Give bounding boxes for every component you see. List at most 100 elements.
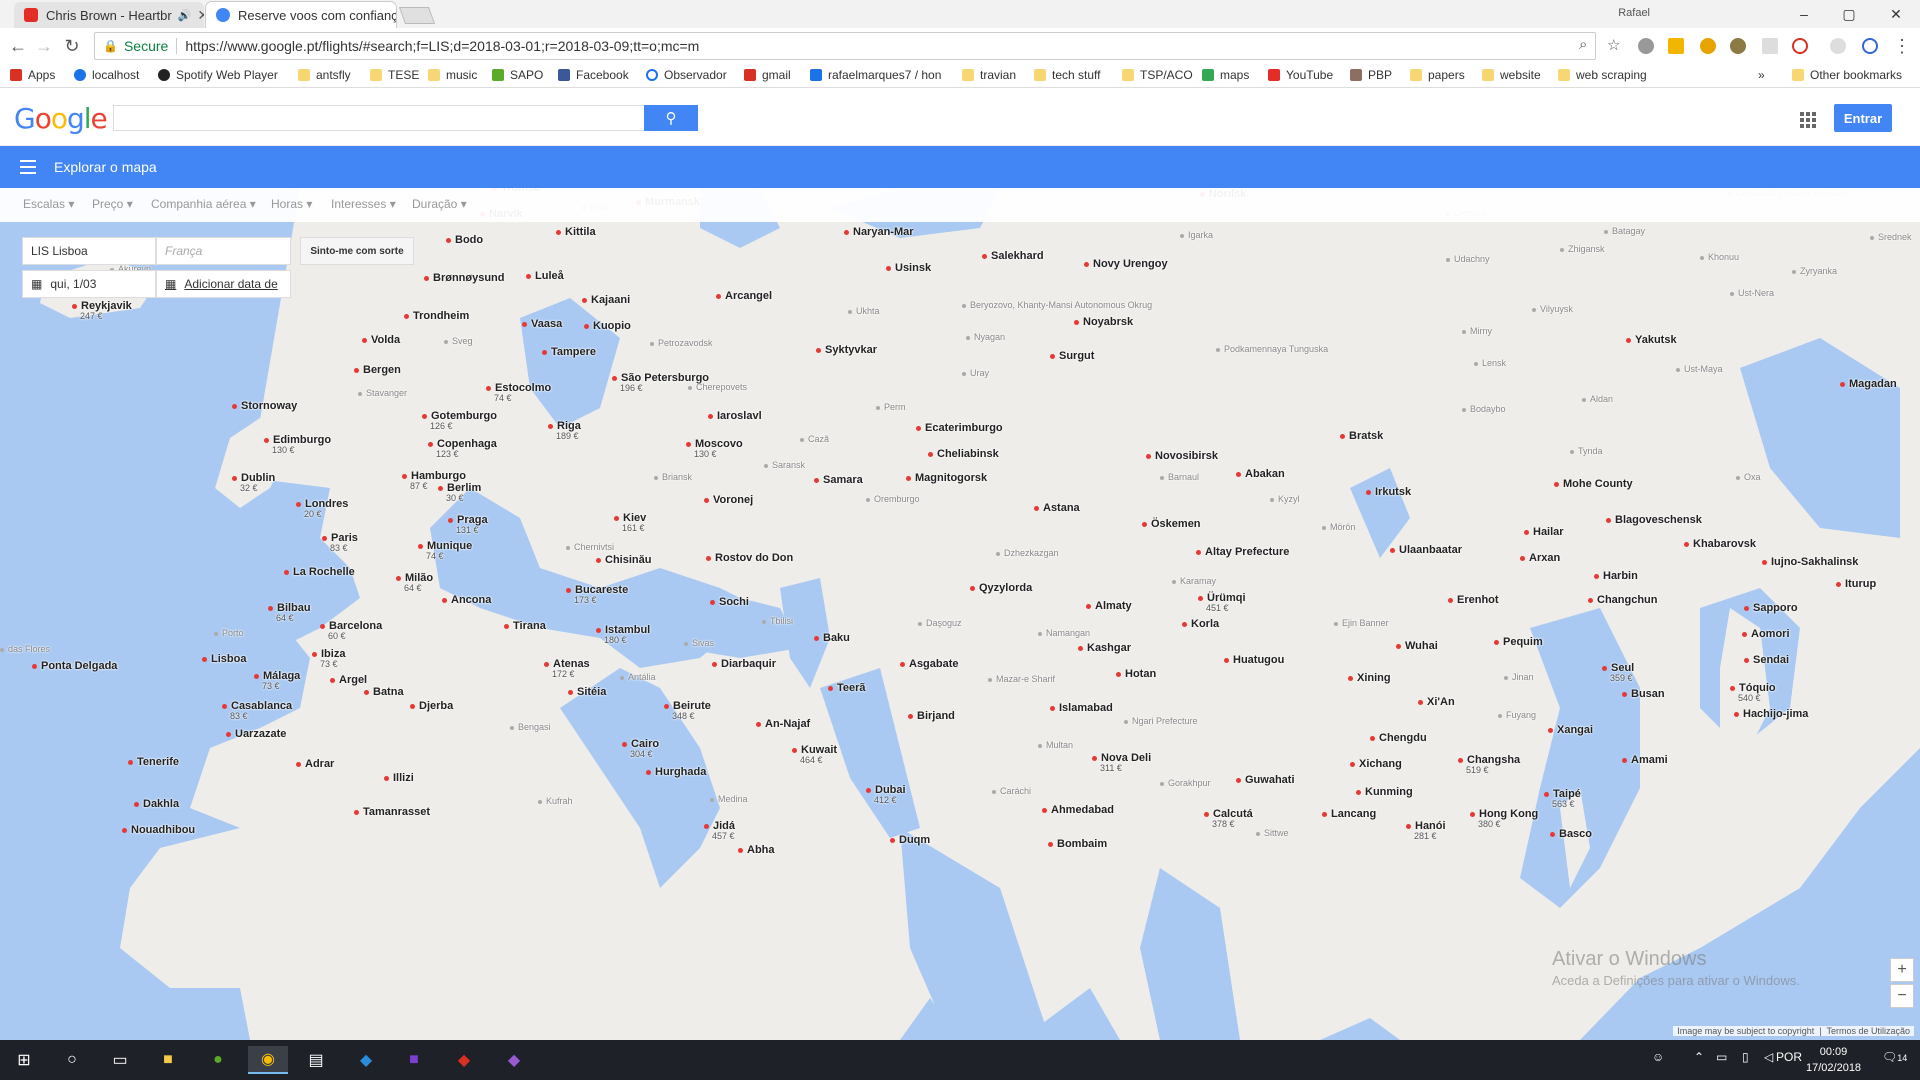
bookmarks-overflow-button[interactable]: » [1758,68,1765,82]
airport-marker[interactable] [566,545,570,550]
city-marker[interactable] [1762,559,1767,565]
airport-marker[interactable] [1172,579,1176,584]
terminal-icon[interactable]: ▤ [296,1046,336,1074]
city-label[interactable]: Moscovo 130 € [686,438,743,459]
notifications-icon[interactable]: 🗨14 [1882,1050,1907,1064]
city-label[interactable]: Xining [1348,672,1391,684]
city-marker[interactable] [756,721,761,727]
airport-marker[interactable] [1462,407,1466,412]
city-marker[interactable] [410,703,415,709]
city-marker[interactable] [1734,711,1739,717]
city-label[interactable]: Reykjavik 247 € [72,300,132,321]
city-marker[interactable] [1626,337,1631,343]
minor-airport-label[interactable]: Porto [214,628,244,638]
city-label[interactable]: Lisboa [202,653,246,665]
city-marker[interactable] [1418,699,1423,705]
airport-marker[interactable] [764,463,768,468]
city-marker[interactable] [1340,433,1345,439]
tab-youtube[interactable]: Chris Brown - Heartbr 🔊 ✕ [14,2,204,28]
bookmark-github[interactable]: rafaelmarques7 / hon [810,68,941,82]
city-marker[interactable] [354,809,359,815]
airport-marker[interactable] [710,797,714,802]
city-marker[interactable] [504,623,509,629]
minor-airport-label[interactable]: Khonuu [1700,252,1739,262]
bookmark-localhost[interactable]: localhost [74,68,139,82]
city-marker[interactable] [362,337,367,343]
bookmark-website[interactable]: website [1482,68,1541,82]
city-label[interactable]: Usinsk [886,262,931,274]
city-label[interactable]: Tóquio 540 € [1730,682,1776,703]
departure-date-field[interactable]: ▦ qui, 1/03 [22,270,156,298]
zoom-icon[interactable]: ⌕ [1579,36,1587,53]
city-label[interactable]: Cairo 304 € [622,738,659,759]
city-label[interactable]: Estocolmo 74 € [486,382,551,403]
airport-marker[interactable] [538,799,542,804]
city-marker[interactable] [422,413,427,419]
city-label[interactable]: Kajaani [582,294,630,306]
airport-marker[interactable] [876,405,880,410]
bookmark-antsfly[interactable]: antsfly [298,68,351,82]
city-label[interactable]: Surgut [1050,350,1094,362]
city-label[interactable]: Brønnøysund [424,272,505,284]
city-marker[interactable] [1448,597,1453,603]
city-marker[interactable] [1744,605,1749,611]
airport-marker[interactable] [1700,255,1704,260]
airport-marker[interactable] [214,631,218,636]
chrome-icon[interactable]: ◉ [248,1046,288,1074]
bookmark-spotify[interactable]: Spotify Web Player [158,68,278,82]
city-label[interactable]: Irkutsk [1366,486,1411,498]
minor-airport-label[interactable]: Chernivtsi [566,542,614,552]
city-label[interactable]: Vaasa [522,318,562,330]
airport-marker[interactable] [1124,719,1128,724]
airport-marker[interactable] [1792,269,1796,274]
city-label[interactable]: Hailar [1524,526,1564,538]
city-label[interactable]: Huatugou [1224,654,1284,666]
file-explorer-icon[interactable]: ■ [148,1046,188,1074]
city-marker[interactable] [222,703,227,709]
city-marker[interactable] [32,663,37,669]
bookmark-tech-stuff[interactable]: tech stuff [1034,68,1100,82]
city-marker[interactable] [814,635,819,641]
city-label[interactable]: Luleå [526,270,564,282]
city-marker[interactable] [712,661,717,667]
airport-marker[interactable] [444,339,448,344]
filter-interests[interactable]: Interesses ▾ [331,197,396,211]
city-label[interactable]: Aomori [1742,628,1790,640]
city-label[interactable]: Almaty [1086,600,1132,612]
city-marker[interactable] [428,441,433,447]
city-marker[interactable] [1836,581,1841,587]
origin-field[interactable]: LIS Lisboa [22,237,156,265]
city-marker[interactable] [1142,521,1147,527]
city-label[interactable]: Hanói 281 € [1406,820,1446,841]
airport-marker[interactable] [918,621,922,626]
block-icon[interactable] [1792,38,1808,54]
airport-marker[interactable] [1270,497,1274,502]
city-marker[interactable] [1524,529,1529,535]
extension-icon[interactable] [1700,38,1716,54]
city-marker[interactable] [614,515,619,521]
city-marker[interactable] [866,787,871,793]
extension-icon[interactable] [1638,38,1654,54]
minor-airport-label[interactable]: Saransk [764,460,805,470]
city-marker[interactable] [622,741,627,747]
airport-marker[interactable] [688,385,692,390]
city-label[interactable]: Qyzylorda [970,582,1032,594]
airport-marker[interactable] [962,303,966,308]
city-marker[interactable] [814,477,819,483]
people-icon[interactable]: ☺ [1652,1050,1664,1064]
city-label[interactable]: Magnitogorsk [906,472,987,484]
city-label[interactable]: Jidá 457 € [704,820,735,841]
airport-marker[interactable] [654,475,658,480]
bookmark-observador[interactable]: Observador [646,68,727,82]
extension-icon[interactable] [1830,38,1846,54]
minor-airport-label[interactable]: Perm [876,402,906,412]
menu-icon[interactable]: ⋮ [1890,34,1914,58]
minor-airport-label[interactable]: Antália [620,672,656,682]
city-label[interactable]: Barcelona 60 € [320,620,382,641]
airport-marker[interactable] [1446,257,1450,262]
google-logo[interactable]: Google [14,102,108,135]
city-marker[interactable] [128,759,133,765]
city-marker[interactable] [646,769,651,775]
city-label[interactable]: Casablanca 83 € [222,700,292,721]
airport-marker[interactable] [1160,475,1164,480]
